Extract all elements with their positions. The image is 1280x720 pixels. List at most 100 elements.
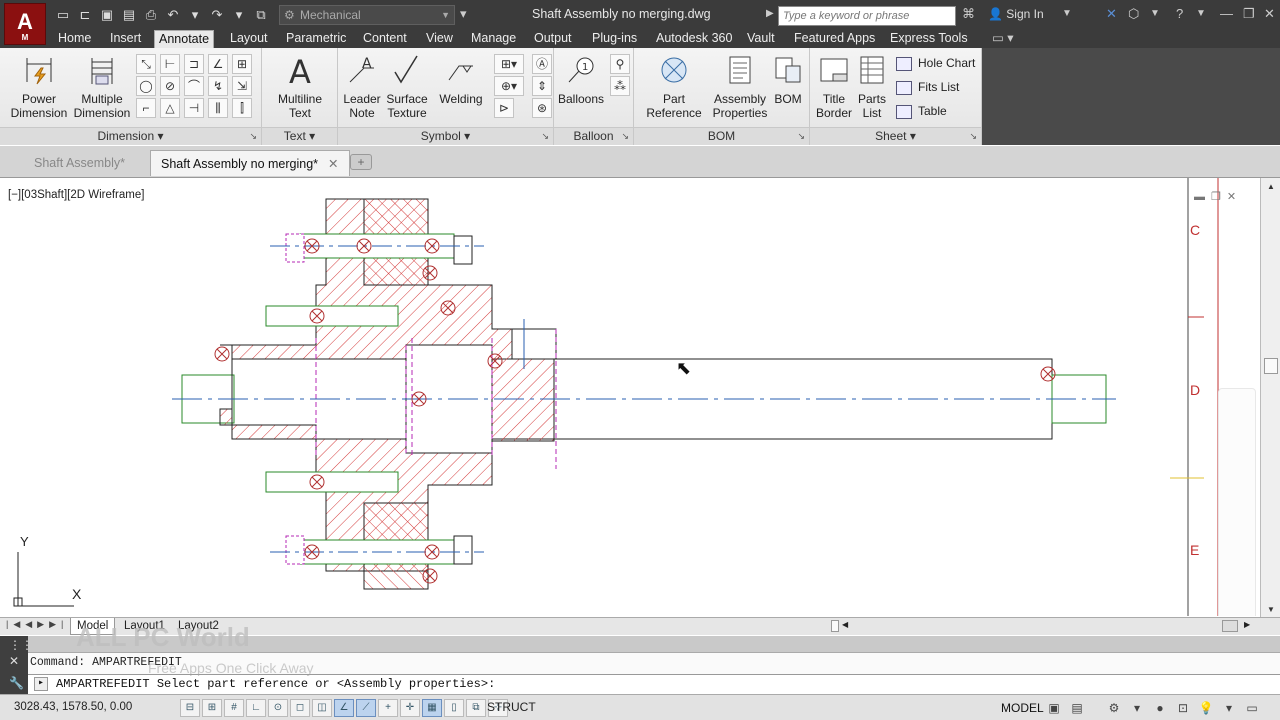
close-tab-icon[interactable]: ✕	[328, 157, 338, 171]
scroll-up-icon[interactable]: ▲	[1267, 182, 1275, 191]
dialog-launcher-icon[interactable]: ↘	[797, 128, 805, 145]
diameter-dimension-icon[interactable]: ⊘	[160, 76, 180, 96]
assembly-properties-button[interactable]: Assembly Properties	[710, 54, 770, 120]
snap-mode-icon[interactable]: ⊞	[202, 699, 222, 717]
parts-list-button[interactable]: Parts List	[854, 54, 890, 120]
quick-view-drawings-icon[interactable]: ▤	[1067, 699, 1087, 717]
dimension-break-icon[interactable]: ⊞	[232, 54, 252, 74]
undo-icon[interactable]: ↶	[164, 6, 182, 24]
scroll-down-icon[interactable]: ▼	[1267, 605, 1275, 614]
grip-icon[interactable]: ⋮⋮	[9, 638, 33, 652]
polar-tracking-icon[interactable]: ⊙	[268, 699, 288, 717]
horizontal-scroll-thumb[interactable]	[831, 620, 839, 632]
tab-parametric[interactable]: Parametric	[282, 30, 350, 48]
bom-button[interactable]: BOM	[770, 54, 806, 106]
redo-dropdown-icon[interactable]: ▾	[230, 6, 248, 24]
panel-title-bom[interactable]: BOM ↘	[634, 127, 809, 145]
tab-view[interactable]: View	[422, 30, 457, 48]
autodesk-a360-icon[interactable]: ⬡	[1128, 6, 1139, 22]
tab-annotate[interactable]: Annotate	[154, 30, 215, 48]
tab-insert[interactable]: Insert	[106, 30, 145, 48]
vertical-scroll-thumb[interactable]	[1264, 358, 1278, 374]
tab-vault[interactable]: Vault	[743, 30, 779, 48]
drawing-canvas[interactable]: [−][03Shaft][2D Wireframe] Y X C D E ▬❐✕…	[0, 178, 1260, 616]
datum-identifier-icon[interactable]: Ⓐ	[532, 54, 552, 74]
help-icon[interactable]: ?	[1176, 6, 1183, 21]
coordinates-readout[interactable]: 3028.43, 1578.50, 0.00	[14, 701, 132, 713]
sign-in-dropdown-icon[interactable]: ▼	[1062, 8, 1072, 19]
qat-customize-icon[interactable]: ▾	[460, 6, 467, 22]
tab-output[interactable]: Output	[530, 30, 576, 48]
binoculars-icon[interactable]: ⌘	[962, 6, 975, 22]
dialog-launcher-icon[interactable]: ↘	[541, 128, 549, 145]
table-button[interactable]: Table	[896, 100, 947, 122]
tab-manage[interactable]: Manage	[467, 30, 520, 48]
navigation-bar[interactable]	[1218, 388, 1256, 616]
save-as-icon[interactable]: ▤	[120, 6, 138, 24]
horizontal-scrollbar[interactable]: ◀ ▶	[830, 618, 1254, 635]
title-border-button[interactable]: Title Border	[814, 54, 854, 120]
clean-screen-icon[interactable]: ▭	[1242, 699, 1262, 717]
hardware-acceleration-icon[interactable]: ●	[1150, 699, 1170, 717]
dynamic-input-icon[interactable]: +	[378, 699, 398, 717]
panel-title-dimension[interactable]: Dimension ▾ ↘	[0, 127, 261, 145]
edge-symbol-icon[interactable]: ⇕	[532, 76, 552, 96]
workspace-switching-icon[interactable]: ⚙	[1104, 699, 1124, 717]
restore-icon[interactable]: ❐	[1243, 6, 1255, 22]
close-command-icon[interactable]: ✕	[9, 654, 19, 668]
panel-title-balloon[interactable]: Balloon ↘	[554, 127, 633, 145]
transparency-icon[interactable]: ▦	[422, 699, 442, 717]
new-tab-button[interactable]: +	[350, 154, 372, 170]
panel-title-sheet[interactable]: Sheet ▾ ↘	[810, 127, 981, 145]
center-mark-icon[interactable]: △	[160, 98, 180, 118]
tab-featured-apps[interactable]: Featured Apps	[790, 30, 879, 48]
exchange-icon[interactable]: ✕	[1106, 6, 1117, 22]
viewport-window-controls[interactable]: ▬❐✕	[1194, 190, 1242, 203]
help-dropdown-icon[interactable]: ▼	[1196, 8, 1206, 19]
print-icon[interactable]: ⎙	[142, 6, 160, 24]
horizontal-scroll-handle[interactable]	[1222, 620, 1238, 632]
ordinate-dimension-icon[interactable]: ⌐	[136, 98, 156, 118]
linear-dimension-icon[interactable]: ⊢	[160, 54, 180, 74]
object-snap-icon[interactable]: ◻	[290, 699, 310, 717]
tab-autodesk-360[interactable]: Autodesk 360	[652, 30, 736, 48]
arc-length-icon[interactable]: ⌒	[184, 76, 204, 96]
grid-display-icon[interactable]: #	[224, 699, 244, 717]
feature-control-icon[interactable]: ⊞▾	[494, 54, 524, 74]
dialog-launcher-icon[interactable]: ↘	[969, 128, 977, 145]
angular-dimension-icon[interactable]: ∠	[208, 54, 228, 74]
radius-dimension-icon[interactable]: ◯	[136, 76, 156, 96]
tab-plug-ins[interactable]: Plug-ins	[588, 30, 641, 48]
search-expand-icon[interactable]: ▶	[766, 8, 774, 19]
annotation-scale-icon[interactable]: ▾	[1127, 699, 1147, 717]
close-icon[interactable]: ✕	[1264, 6, 1275, 22]
command-prompt-icon[interactable]: ▸	[34, 677, 48, 691]
panel-title-text[interactable]: Text ▾	[262, 127, 337, 145]
minimize-icon[interactable]: —	[1220, 6, 1233, 21]
undo-dropdown-icon[interactable]: ▾	[186, 6, 204, 24]
aligned-dimension-icon[interactable]: ⤡	[136, 54, 156, 74]
datum-target-icon[interactable]: ⊕▾	[494, 76, 524, 96]
leader-note-button[interactable]: A Leader Note	[340, 54, 384, 120]
tab-layout[interactable]: Layout	[226, 30, 272, 48]
new-icon[interactable]: ▭	[54, 6, 72, 24]
vertical-scrollbar[interactable]: ▲ ▼	[1260, 178, 1280, 618]
toolbar-lock-icon[interactable]: ⊡	[1173, 699, 1193, 717]
inspect-dimension-icon[interactable]: ⫿	[232, 98, 252, 118]
fits-list-button[interactable]: Fits List	[896, 76, 959, 98]
hole-chart-button[interactable]: Hole Chart	[896, 52, 975, 74]
dynamic-ucs-icon[interactable]: ⟋	[356, 699, 376, 717]
command-input[interactable]: ▸ AMPARTREFEDIT Select part reference or …	[28, 674, 1280, 694]
tab-content[interactable]: Content	[359, 30, 411, 48]
dimension-space-icon[interactable]: ⇲	[232, 76, 252, 96]
jogged-dimension-icon[interactable]: ↯	[208, 76, 228, 96]
file-tab-active[interactable]: Shaft Assembly no merging* ✕	[150, 150, 350, 176]
balloons-button[interactable]: 1 Balloons	[556, 54, 606, 106]
dimension-edit-icon[interactable]: ⫼	[208, 98, 228, 118]
plot-icon[interactable]: ⧉	[252, 6, 270, 24]
continue-dimension-icon[interactable]: ⊣	[184, 98, 204, 118]
infer-constraints-icon[interactable]: ⊟	[180, 699, 200, 717]
part-reference-button[interactable]: Part Reference	[638, 54, 710, 120]
application-menu-button[interactable]: AM	[4, 3, 46, 45]
balloon-collect-icon[interactable]: ⚲	[610, 54, 630, 74]
